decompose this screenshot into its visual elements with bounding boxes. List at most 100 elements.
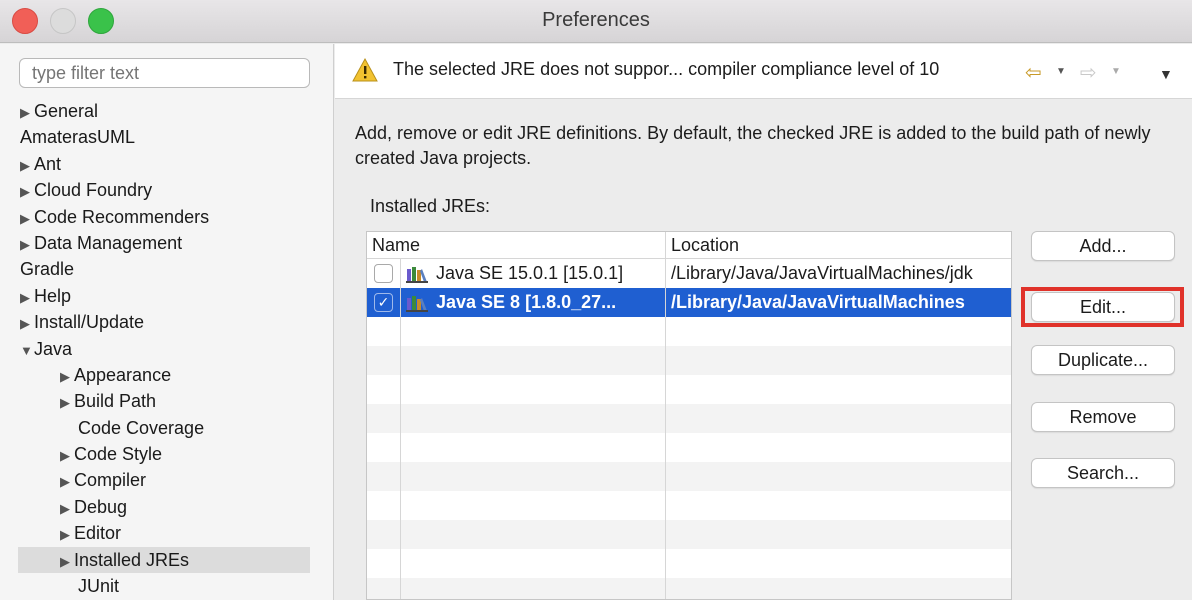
installed-jres-page: The selected JRE does not suppor... comp… — [335, 44, 1192, 600]
column-header-name[interactable]: Name — [367, 232, 665, 259]
default-jre-checkbox[interactable]: ✓ — [374, 293, 393, 312]
tree-item-label: Data Management — [34, 232, 183, 253]
tree-item-label: Editor — [74, 523, 122, 544]
tree-item-label: Gradle — [20, 259, 75, 280]
table-header: Name Location — [367, 232, 1011, 259]
tree-item-build-path[interactable]: ▶ Build Path — [0, 388, 334, 414]
tree-item-cloud-foundry[interactable]: ▶ Cloud Foundry — [0, 177, 334, 203]
collapsed-arrow-icon[interactable]: ▶ — [60, 364, 74, 390]
collapsed-arrow-icon[interactable]: ▶ — [20, 285, 34, 311]
search-button[interactable]: Search... — [1031, 458, 1175, 488]
collapsed-arrow-icon[interactable]: ▶ — [20, 311, 34, 337]
empty-table-row — [367, 520, 1011, 549]
tree-item-compiler[interactable]: ▶ Compiler — [0, 467, 334, 493]
collapsed-arrow-icon[interactable]: ▶ — [20, 232, 34, 258]
tree-item-java[interactable]: ▼Java — [0, 336, 334, 362]
warning-message: The selected JRE does not suppor... comp… — [393, 59, 940, 79]
empty-table-row — [367, 433, 1011, 462]
jre-library-icon — [406, 267, 428, 283]
back-arrow-icon[interactable]: ⇦ — [1025, 60, 1042, 85]
empty-table-row — [367, 404, 1011, 433]
jre-library-icon — [406, 296, 428, 312]
window-title: Preferences — [542, 9, 650, 31]
empty-table-row — [367, 346, 1011, 375]
tree-item-installed-jres[interactable]: ▶ Installed JREs — [18, 546, 310, 575]
collapsed-arrow-icon[interactable]: ▶ — [20, 100, 34, 126]
checkbox-cell: ✓ — [367, 288, 400, 317]
empty-table-row — [367, 317, 1011, 346]
forward-arrow-icon[interactable]: ⇨ — [1080, 60, 1097, 85]
tree-item-editor[interactable]: ▶ Editor — [0, 520, 334, 546]
tree-item-label: Code Coverage — [78, 417, 205, 438]
preferences-tree: ▶ General AmaterasUML ▶ Ant ▶ Cloud Foundry ▶ Co… — [0, 98, 334, 599]
collapsed-arrow-icon[interactable]: ▶ — [20, 179, 34, 205]
empty-table-row — [367, 491, 1011, 520]
tree-item-label: General — [34, 101, 99, 121]
preferences-tree-pane: ▶GeneralAmaterasUML▶Ant▶Cloud Foundry▶Co… — [0, 44, 334, 600]
tree-item-label: Compiler — [74, 470, 147, 491]
tree-item-code-style[interactable]: ▶ Code Style — [0, 441, 334, 467]
page-description: Add, remove or edit JRE definitions. By … — [355, 123, 1151, 168]
warning-icon — [352, 57, 378, 82]
table-row[interactable]: Java SE 15.0.1 [15.0.1] /Library/Java/Jav… — [367, 259, 1011, 288]
filter-input[interactable] — [19, 58, 310, 88]
column-header-location[interactable]: Location — [665, 232, 1011, 259]
tree-item-label: Build Path — [74, 391, 157, 412]
back-history-dropdown-icon[interactable]: ▼ — [1056, 66, 1066, 77]
tree-item-ant[interactable]: ▶ Ant — [0, 151, 334, 177]
installed-jres-table[interactable]: Name Location Java SE 15.0.1 [15.0.1] /Li… — [366, 231, 1012, 600]
add-button[interactable]: Add... — [1031, 231, 1175, 261]
tree-item-label: Code Recommenders — [34, 206, 210, 227]
collapsed-arrow-icon[interactable]: ▶ — [20, 206, 34, 232]
tree-item-label: JUnit — [78, 576, 120, 597]
tree-item-data-management[interactable]: ▶ Data Management — [0, 230, 334, 256]
tree-item-label: Java — [34, 338, 73, 359]
tree-item-label: AmaterasUML — [20, 127, 136, 148]
tree-item-label: Code Style — [74, 444, 163, 465]
jre-name-cell: Java SE 15.0.1 [15.0.1] — [436, 263, 624, 283]
tree-item-code-recommenders[interactable]: ▶ Code Recommenders — [0, 204, 334, 230]
empty-table-row — [367, 375, 1011, 404]
tree-item-debug[interactable]: ▶ Debug — [0, 494, 334, 520]
tree-item-label: Help — [34, 285, 72, 306]
jre-location-cell: /Library/Java/JavaVirtualMachines — [671, 292, 965, 312]
checkbox-cell — [367, 259, 400, 288]
view-menu-icon[interactable]: ▼ — [1159, 66, 1173, 82]
tree-item-general[interactable]: ▶ General — [0, 98, 334, 124]
jre-location-cell: /Library/Java/JavaVirtualMachines/jdk — [671, 263, 973, 283]
tree-item-gradle[interactable]: Gradle — [0, 256, 334, 282]
empty-table-row — [367, 578, 1011, 599]
empty-table-row — [367, 549, 1011, 578]
duplicate-button[interactable]: Duplicate... — [1031, 345, 1175, 375]
column-divider — [400, 259, 401, 599]
tree-item-amaterasuml[interactable]: AmaterasUML — [0, 124, 334, 150]
edit-button-highlight — [1021, 287, 1184, 327]
collapsed-arrow-icon[interactable]: ▶ — [60, 390, 74, 416]
default-jre-checkbox[interactable] — [374, 264, 393, 283]
collapsed-arrow-icon[interactable]: ▶ — [60, 469, 74, 495]
forward-history-dropdown-icon[interactable]: ▼ — [1111, 66, 1121, 77]
collapsed-arrow-icon[interactable]: ▶ — [60, 522, 74, 548]
remove-button[interactable]: Remove — [1031, 402, 1175, 432]
collapsed-arrow-icon[interactable]: ▶ — [60, 549, 74, 575]
tree-item-junit[interactable]: JUnit — [0, 573, 334, 599]
collapsed-arrow-icon[interactable]: ▶ — [20, 153, 34, 179]
expanded-arrow-icon[interactable]: ▼ — [20, 338, 34, 364]
page-header: The selected JRE does not suppor... comp… — [335, 44, 1192, 99]
collapsed-arrow-icon[interactable]: ▶ — [60, 496, 74, 522]
tree-item-label: Debug — [74, 496, 128, 517]
tree-item-label: Install/Update — [34, 312, 145, 333]
installed-jres-label: Installed JREs: — [370, 196, 491, 216]
table-row[interactable]: ✓ Java SE 8 [1.8.0_27... /Library/Java/Jav… — [367, 288, 1011, 317]
empty-table-row — [367, 462, 1011, 491]
title-bar: Preferences — [0, 0, 1192, 43]
tree-item-appearance[interactable]: ▶ Appearance — [0, 362, 334, 388]
tree-item-label: Appearance — [74, 364, 172, 385]
tree-item-install-update[interactable]: ▶ Install/Update — [0, 309, 334, 335]
column-divider — [665, 259, 666, 599]
tree-item-label: Ant — [34, 153, 62, 174]
tree-item-help[interactable]: ▶ Help — [0, 283, 334, 309]
tree-item-code-coverage[interactable]: Code Coverage — [0, 415, 334, 441]
tree-item-label: Cloud Foundry — [34, 180, 153, 201]
collapsed-arrow-icon[interactable]: ▶ — [60, 443, 74, 469]
